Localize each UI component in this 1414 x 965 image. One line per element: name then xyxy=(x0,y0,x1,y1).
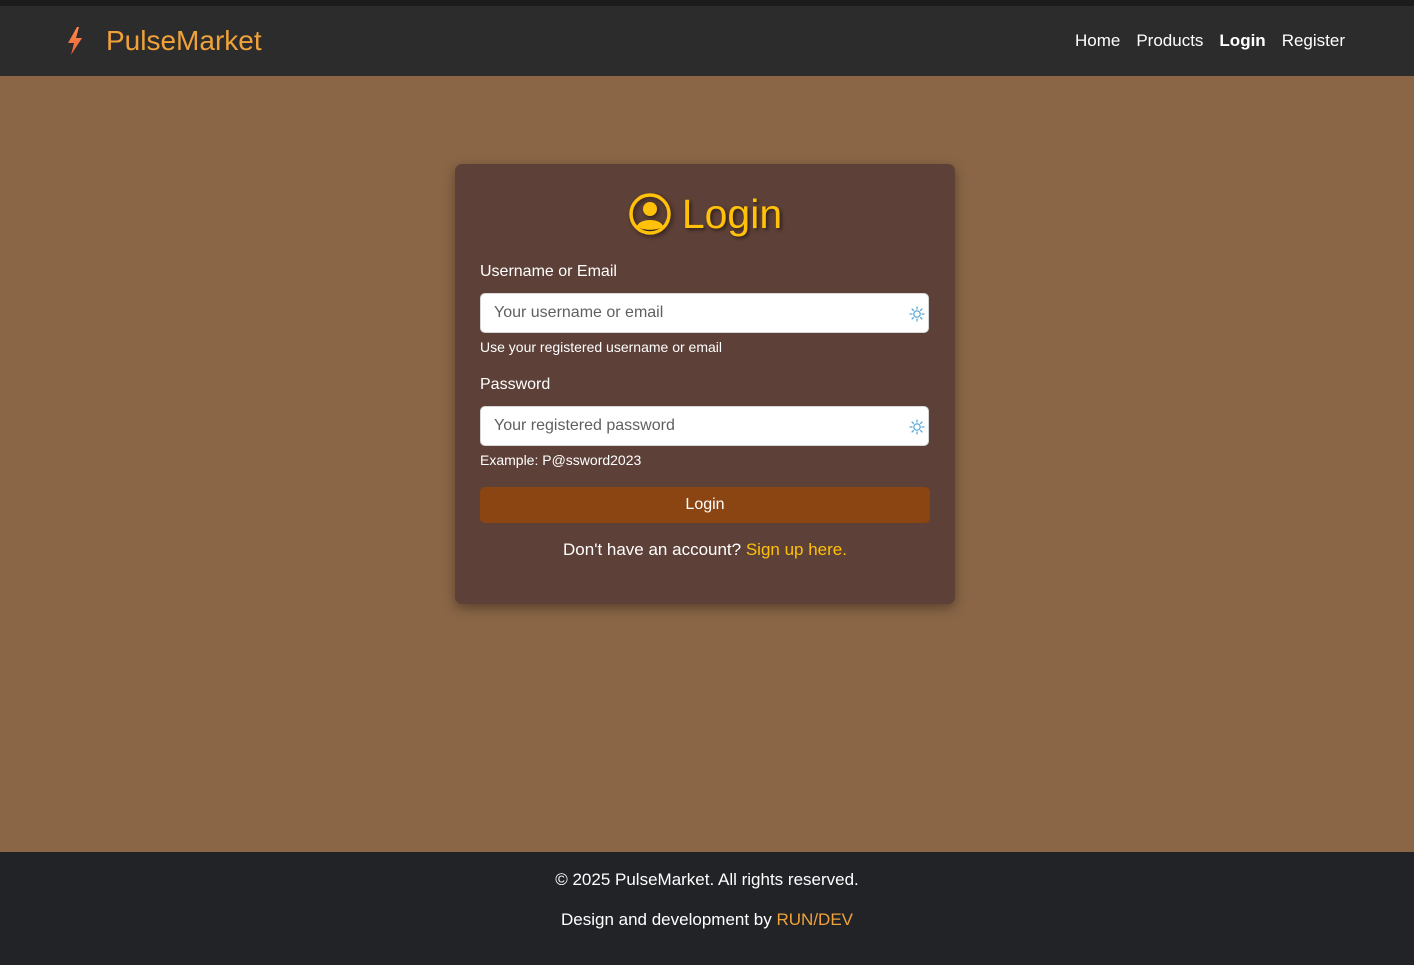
password-hint: Example: P@ssword2023 xyxy=(480,452,642,468)
username-hint: Use your registered username or email xyxy=(480,339,722,355)
nav-login[interactable]: Login xyxy=(1219,31,1265,51)
credit-link[interactable]: RUN/DEV xyxy=(776,910,853,929)
credit-prefix: Design and development by xyxy=(561,910,772,929)
username-field-wrapper xyxy=(480,293,929,333)
credit-line: Design and development by RUN/DEV xyxy=(0,910,1414,930)
autofill-icon[interactable] xyxy=(908,418,926,436)
username-label: Username or Email xyxy=(480,263,617,280)
brand-name: PulseMarket xyxy=(106,25,262,56)
user-circle-icon xyxy=(629,193,671,235)
footer: © 2025 PulseMarket. All rights reserved.… xyxy=(0,852,1414,965)
username-input[interactable] xyxy=(481,294,928,332)
autofill-icon[interactable] xyxy=(908,305,926,323)
login-card: Login Username or Email Use your registe… xyxy=(455,164,955,604)
signup-link[interactable]: Sign up here. xyxy=(746,540,847,559)
password-input[interactable] xyxy=(481,407,928,445)
lightning-bolt-icon xyxy=(68,27,82,55)
brand-logo-link[interactable]: PulseMarket xyxy=(62,6,262,76)
login-button[interactable]: Login xyxy=(480,487,930,523)
signup-prompt: Don't have an account? Sign up here. xyxy=(455,540,955,560)
password-label: Password xyxy=(480,376,551,393)
nav-products[interactable]: Products xyxy=(1136,31,1203,51)
page-title: Login xyxy=(681,190,783,237)
copyright-text: © 2025 PulseMarket. All rights reserved. xyxy=(555,870,859,889)
signup-prompt-text: Don't have an account? xyxy=(563,540,742,559)
nav-register[interactable]: Register xyxy=(1282,31,1345,51)
navbar: PulseMarket Home Products Login Register xyxy=(0,6,1414,76)
nav-home[interactable]: Home xyxy=(1075,31,1120,51)
login-heading: Login xyxy=(455,190,955,238)
main-nav: Home Products Login Register xyxy=(1075,6,1345,76)
password-field-wrapper xyxy=(480,406,929,446)
